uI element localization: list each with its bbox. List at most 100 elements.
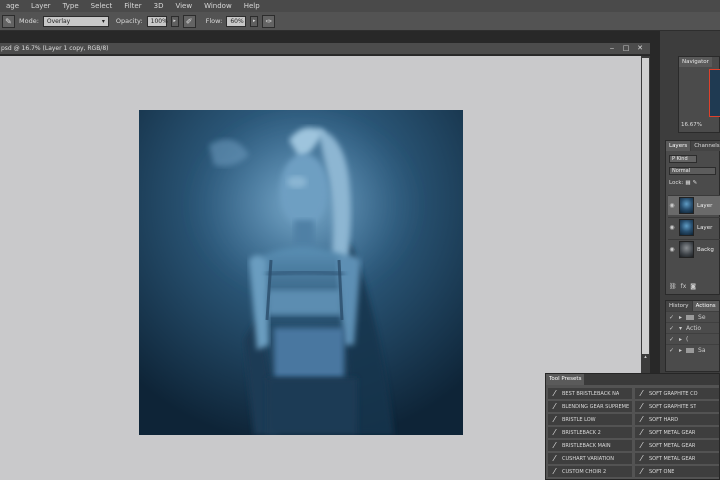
scroll-arrow-icon[interactable]: ▴ <box>642 354 649 360</box>
brush-preset-icon: ⁄ <box>640 467 643 476</box>
menu-item[interactable]: age <box>0 2 25 10</box>
action-row[interactable]: ✓ ▸ ( <box>666 333 719 344</box>
brush-tool-icon[interactable]: ✎ <box>2 14 15 28</box>
lock-row: Lock: ▦ ✎ <box>669 178 716 187</box>
layer-filter-select[interactable]: P Kind <box>669 154 697 163</box>
visibility-eye-icon[interactable]: ◉ <box>668 246 676 253</box>
tool-preset-item[interactable]: ⁄ SOFT GRAPHITE CO <box>635 388 719 399</box>
tool-preset-item[interactable]: ⁄ SOFT GRAPHITE ST <box>635 401 719 412</box>
document-tab-bar: psd @ 16.7% (Layer 1 copy, RGB/8) ‒ □ ✕ <box>0 43 650 55</box>
menu-item[interactable]: Type <box>57 2 85 10</box>
layer-item[interactable]: ◉ Layer <box>668 195 720 215</box>
action-label: ( <box>686 335 689 343</box>
expand-arrow-icon[interactable]: ▸ <box>679 336 682 343</box>
flow-dropdown-arrow[interactable]: ▸ <box>250 15 259 27</box>
tool-preset-item[interactable]: ⁄ BEST BRISTLEBACK NA <box>548 388 632 399</box>
menu-item[interactable]: View <box>169 2 198 10</box>
scrollbar-thumb[interactable] <box>642 58 649 354</box>
tool-preset-label: CUSTOM CHOIR 2 <box>562 468 607 475</box>
tool-preset-item[interactable]: ⁄ BRISTLEBACK 2 <box>548 427 632 438</box>
menu-item[interactable]: Filter <box>118 2 147 10</box>
maximize-icon[interactable]: □ <box>620 44 632 53</box>
mode-select[interactable]: Overlay ▾ <box>42 15 109 27</box>
tool-preset-item[interactable]: ⁄ SOFT METAL GEAR <box>635 440 719 451</box>
tab-actions[interactable]: Actions <box>692 301 719 311</box>
tool-preset-item[interactable]: ⁄ BRISTLEBACK MAIN <box>548 440 632 451</box>
tool-preset-item[interactable]: ⁄ BRISTLE LOW <box>548 414 632 425</box>
menu-bar: age Layer Type Select Filter 3D View Window Help <box>0 0 720 12</box>
navigator-tab[interactable]: Navigator <box>679 57 712 67</box>
navigator-preview[interactable] <box>709 69 720 117</box>
navigator-zoom[interactable]: 16.67% <box>681 122 702 128</box>
layers-panel: Layers Channels P Kind Normal Lock: ▦ ✎ … <box>665 140 720 295</box>
menu-item[interactable]: Window <box>198 2 238 10</box>
tab-history[interactable]: History <box>666 301 692 311</box>
brush-preset-icon: ⁄ <box>640 441 643 450</box>
brush-preset-icon: ⁄ <box>640 389 643 398</box>
folder-icon <box>686 314 695 320</box>
tool-preset-label: SOFT ONE <box>649 468 675 475</box>
flow-label: Flow: <box>205 17 223 25</box>
airbrush-icon[interactable]: ✑ <box>262 14 276 28</box>
menu-item[interactable]: Help <box>238 2 266 10</box>
brush-preset-icon: ⁄ <box>553 454 556 463</box>
visibility-eye-icon[interactable]: ◉ <box>668 202 676 209</box>
tool-preset-item[interactable]: ⁄ SOFT METAL GEAR <box>635 453 719 464</box>
folder-icon <box>686 347 695 353</box>
tool-preset-item[interactable]: ⁄ SOFT HARD <box>635 414 719 425</box>
opacity-dropdown-arrow[interactable]: ▸ <box>170 15 179 27</box>
tool-preset-label: BLENDING GEAR SUPREME <box>562 403 630 410</box>
flow-input[interactable]: 60% <box>226 15 247 27</box>
tool-preset-item[interactable]: ⁄ SOFT METAL GEAR <box>635 427 719 438</box>
expand-arrow-icon[interactable]: ▸ <box>679 314 682 321</box>
checkmark-icon[interactable]: ✓ <box>669 336 675 343</box>
blend-mode-row: Normal <box>669 166 716 175</box>
checkmark-icon[interactable]: ✓ <box>669 325 675 332</box>
tool-preset-item[interactable]: ⁄ SOFT ONE <box>635 466 719 477</box>
action-row[interactable]: ✓ ▸ Sa <box>666 344 719 355</box>
tool-presets-panel: Tool Presets ⁄ BEST BRISTLEBACK NA ⁄ SOFT G… <box>545 373 720 480</box>
blend-mode-select[interactable]: Normal <box>669 166 716 175</box>
action-label: Se <box>698 313 706 321</box>
document-title[interactable]: psd @ 16.7% (Layer 1 copy, RGB/8) <box>0 45 108 52</box>
mode-value: Overlay <box>46 17 71 25</box>
mode-label: Mode: <box>19 17 39 25</box>
layer-item[interactable]: ◉ Backg <box>668 239 720 259</box>
expand-arrow-icon[interactable]: ▾ <box>679 325 682 332</box>
lock-pixels-icon[interactable]: ▦ <box>685 180 690 186</box>
brush-preset-icon: ⁄ <box>553 415 556 424</box>
add-mask-icon[interactable]: ◙ <box>690 283 696 290</box>
checkmark-icon[interactable]: ✓ <box>669 314 675 321</box>
menu-item[interactable]: Layer <box>25 2 57 10</box>
tab-layers[interactable]: Layers <box>666 141 691 151</box>
action-row[interactable]: ✓ ▾ Actio <box>666 322 719 333</box>
lock-paint-icon[interactable]: ✎ <box>693 180 698 186</box>
menu-item[interactable]: Select <box>85 2 119 10</box>
chevron-down-icon: ▾ <box>101 17 105 25</box>
action-row[interactable]: ✓ ▸ Se <box>666 311 719 322</box>
brush-preset-icon: ⁄ <box>640 415 643 424</box>
expand-arrow-icon[interactable]: ▸ <box>679 347 682 354</box>
tool-preset-item[interactable]: ⁄ CUSTOM CHOIR 2 <box>548 466 632 477</box>
tool-preset-label: SOFT HARD <box>649 416 679 423</box>
painting-artwork[interactable] <box>139 110 463 435</box>
tab-tool-presets[interactable]: Tool Presets <box>546 374 585 385</box>
tool-preset-label: SOFT GRAPHITE ST <box>649 403 697 410</box>
checkmark-icon[interactable]: ✓ <box>669 347 675 354</box>
pressure-opacity-icon[interactable]: ✐ <box>182 14 196 28</box>
tool-preset-item[interactable]: ⁄ BLENDING GEAR SUPREME <box>548 401 632 412</box>
options-bar: ✎ Mode: Overlay ▾ Opacity: 100% ▸ ✐ Flow… <box>0 12 720 31</box>
layer-item[interactable]: ◉ Layer <box>668 217 720 237</box>
layer-thumbnail <box>679 219 694 236</box>
link-layers-icon[interactable]: ⛓ <box>669 283 677 290</box>
layer-style-icon[interactable]: fx <box>681 283 687 290</box>
layers-footer: ⛓ fx ◙ <box>669 283 696 290</box>
menu-item[interactable]: 3D <box>148 2 170 10</box>
close-icon[interactable]: ✕ <box>634 44 646 53</box>
layer-filter-row: P Kind <box>669 154 716 163</box>
visibility-eye-icon[interactable]: ◉ <box>668 224 676 231</box>
opacity-input[interactable]: 100% <box>146 15 168 27</box>
tab-channels[interactable]: Channels <box>691 141 720 151</box>
tool-preset-item[interactable]: ⁄ CUSHART VARIATION <box>548 453 632 464</box>
minimize-icon[interactable]: ‒ <box>606 44 618 53</box>
